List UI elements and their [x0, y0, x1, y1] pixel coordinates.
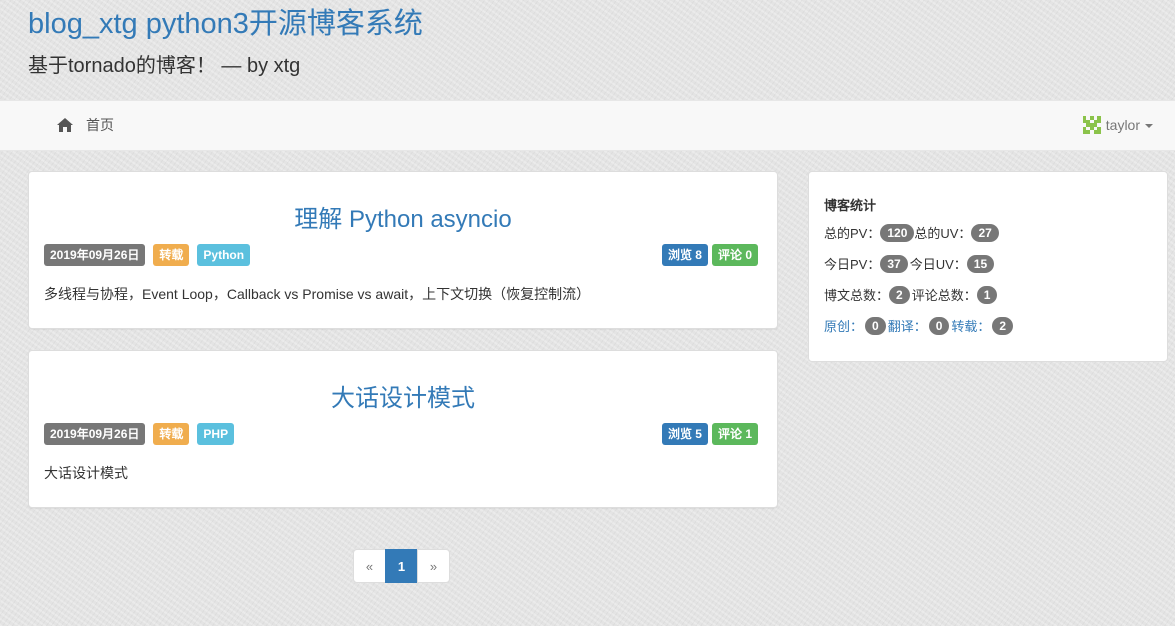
stat-row-types: 原创： 0 翻译： 0 转载： 2 [824, 316, 1014, 335]
user-menu-toggle[interactable]: taylor [1082, 116, 1153, 134]
prev-page-button[interactable]: « [353, 549, 386, 583]
post-date-label: 2019年09月26日 [44, 244, 146, 266]
post-counts: 浏览 8 评论 0 [661, 244, 758, 266]
nav-home-link[interactable]: 首页 [56, 115, 114, 135]
original-link[interactable]: 原创： [824, 316, 863, 335]
post-title[interactable]: 大话设计模式 [29, 384, 777, 414]
post-type-label: 转载 [153, 244, 190, 266]
translated-badge: 0 [928, 316, 950, 335]
navbar: 首页 taylor [0, 100, 1175, 151]
stats-title: 博客统计 [824, 198, 877, 213]
avatar [1082, 116, 1101, 134]
today-pv-badge: 37 [880, 254, 908, 273]
post-card: 理解 Python asyncio 2019年09月26日 转载 Python … [28, 171, 778, 329]
total-pv-label: 总的PV： [824, 226, 881, 241]
today-uv-label: 今日UV： [909, 257, 967, 272]
post-date-label: 2019年09月26日 [44, 423, 146, 445]
post-excerpt: 多线程与协程，Event Loop，Callback vs Promise vs… [44, 286, 591, 302]
post-excerpt: 大话设计模式 [44, 465, 128, 481]
today-uv-badge: 15 [966, 254, 995, 273]
reprinted-badge: 2 [992, 316, 1014, 335]
post-card: 大话设计模式 2019年09月26日 转载 PHP 浏览 5 评论 1 大话设计… [28, 350, 778, 508]
comments-label: 评论 1 [711, 423, 758, 445]
original-badge: 0 [865, 316, 886, 335]
post-category-label[interactable]: Python [197, 244, 251, 266]
blog-stats-panel: 博客统计 总的PV： 120 总的UV： 27 今日PV： 37 今日UV： 1… [808, 171, 1168, 362]
chevron-down-icon [1145, 124, 1153, 128]
comments-label: 评论 0 [711, 244, 758, 266]
post-meta: 2019年09月26日 转载 PHP [44, 423, 235, 445]
site-subtitle: 基于tornado的博客！ — by xtg [28, 55, 301, 77]
comments-total-label: 评论总数： [911, 288, 977, 303]
translated-link[interactable]: 翻译： [888, 316, 927, 335]
post-type-label: 转载 [153, 423, 190, 445]
stat-row-totals: 博文总数： 2 评论总数： 1 [824, 285, 998, 304]
home-icon [57, 118, 73, 132]
reprinted-link[interactable]: 转载： [951, 316, 990, 335]
total-uv-badge: 27 [971, 223, 999, 242]
comments-total-badge: 1 [976, 285, 998, 304]
post-title[interactable]: 理解 Python asyncio [29, 205, 777, 235]
stat-row-today: 今日PV： 37 今日UV： 15 [824, 254, 995, 273]
total-pv-badge: 120 [880, 223, 915, 242]
site-header: blog_xtg python3开源博客系统 基于tornado的博客！ — b… [28, 6, 423, 78]
post-counts: 浏览 5 评论 1 [661, 423, 758, 445]
post-category-label[interactable]: PHP [197, 423, 235, 445]
stat-row-pv-uv: 总的PV： 120 总的UV： 27 [824, 223, 999, 242]
pagination: « 1 » [353, 549, 450, 583]
posts-total-label: 博文总数： [824, 288, 890, 303]
nav-home-label: 首页 [86, 117, 114, 133]
today-pv-label: 今日PV： [824, 257, 881, 272]
views-label: 浏览 5 [661, 423, 708, 445]
site-title[interactable]: blog_xtg python3开源博客系统 [28, 6, 423, 42]
user-name: taylor [1105, 117, 1140, 133]
posts-total-badge: 2 [889, 285, 910, 304]
views-label: 浏览 8 [661, 244, 708, 266]
total-uv-label: 总的UV： [914, 226, 972, 241]
post-meta: 2019年09月26日 转载 Python [44, 244, 251, 266]
next-page-button[interactable]: » [417, 549, 450, 583]
page-1-button[interactable]: 1 [385, 549, 418, 583]
